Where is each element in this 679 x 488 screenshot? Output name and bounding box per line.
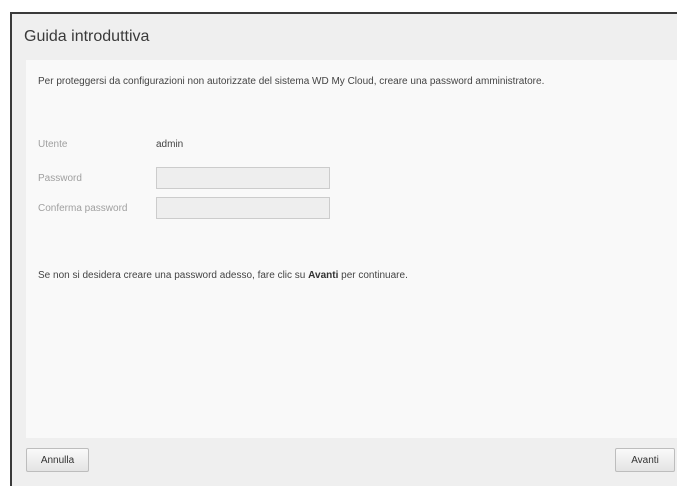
- user-value: admin: [156, 138, 184, 150]
- user-label: Utente: [38, 138, 68, 150]
- dialog-content: Per proteggersi da configurazioni non au…: [26, 60, 677, 438]
- hint-bold-next: Avanti: [308, 270, 339, 281]
- setup-dialog: Guida introduttiva Per proteggersi da co…: [10, 12, 677, 486]
- password-label: Password: [38, 172, 82, 184]
- confirm-password-row: Conferma password: [38, 196, 330, 220]
- password-input[interactable]: [156, 167, 330, 189]
- intro-text: Per proteggersi da configurazioni non au…: [38, 76, 545, 87]
- next-button[interactable]: Avanti: [615, 448, 675, 472]
- skip-hint: Se non si desidera creare una password a…: [38, 270, 408, 281]
- user-row: Utente admin: [38, 132, 183, 156]
- hint-text-after: per continuare.: [338, 270, 408, 281]
- confirm-password-label: Conferma password: [38, 202, 128, 214]
- hint-text-before: Se non si desidera creare una password a…: [38, 270, 309, 281]
- cancel-button[interactable]: Annulla: [26, 448, 89, 472]
- password-row: Password: [38, 166, 330, 190]
- dialog-title: Guida introduttiva: [24, 28, 150, 45]
- confirm-password-input[interactable]: [156, 197, 330, 219]
